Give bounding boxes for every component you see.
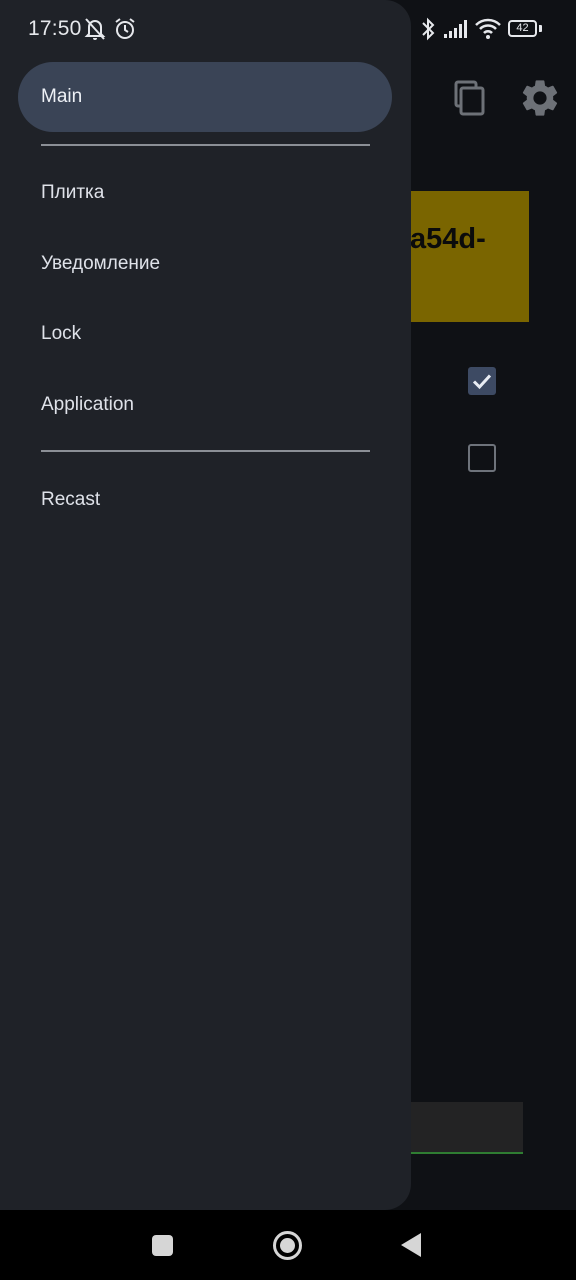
drawer-item-notification[interactable]: Уведомление <box>18 229 392 299</box>
settings-icon <box>522 80 558 116</box>
drawer-item-application[interactable]: Application <box>18 370 392 440</box>
home-icon-dot <box>280 1238 295 1253</box>
drawer-item-label: Плитка <box>41 182 105 203</box>
battery-level: 42 <box>516 22 529 34</box>
card-text: a54d- <box>410 223 486 255</box>
phone-screen: a54d- 17:50 42 Main Плитка Уведомление L… <box>0 0 576 1280</box>
checkbox-checked[interactable] <box>468 367 496 395</box>
signal-icon <box>444 20 467 38</box>
status-time: 17:50 <box>28 17 82 40</box>
drawer-item-tile[interactable]: Плитка <box>18 158 392 228</box>
drawer-item-main[interactable]: Main <box>18 62 392 132</box>
drawer-item-label: Lock <box>41 323 82 344</box>
navigation-drawer: Main Плитка Уведомление Lock Application… <box>0 0 411 1210</box>
copy-button[interactable] <box>448 76 492 120</box>
check-icon <box>472 374 492 390</box>
status-bar: 17:50 42 <box>0 0 576 58</box>
bell-off-icon <box>84 18 106 40</box>
bluetooth-icon <box>422 17 435 41</box>
copy-icon <box>454 80 485 116</box>
back-icon[interactable] <box>401 1233 421 1257</box>
drawer-item-label: Уведомление <box>41 253 161 274</box>
drawer-item-label: Recast <box>41 489 101 510</box>
drawer-divider <box>41 450 370 452</box>
alarm-icon <box>115 18 135 39</box>
drawer-item-label: Main <box>41 86 83 107</box>
battery-icon: 42 <box>508 20 537 37</box>
checkbox-unchecked[interactable] <box>468 444 496 472</box>
drawer-item-recast[interactable]: Recast <box>18 465 392 535</box>
battery-tip <box>539 25 542 32</box>
drawer-divider <box>41 144 370 146</box>
settings-button[interactable] <box>518 76 562 120</box>
drawer-item-label: Application <box>41 394 134 415</box>
recent-apps-icon[interactable] <box>152 1235 173 1256</box>
drawer-item-lock[interactable]: Lock <box>18 299 392 369</box>
wifi-icon <box>475 18 501 39</box>
